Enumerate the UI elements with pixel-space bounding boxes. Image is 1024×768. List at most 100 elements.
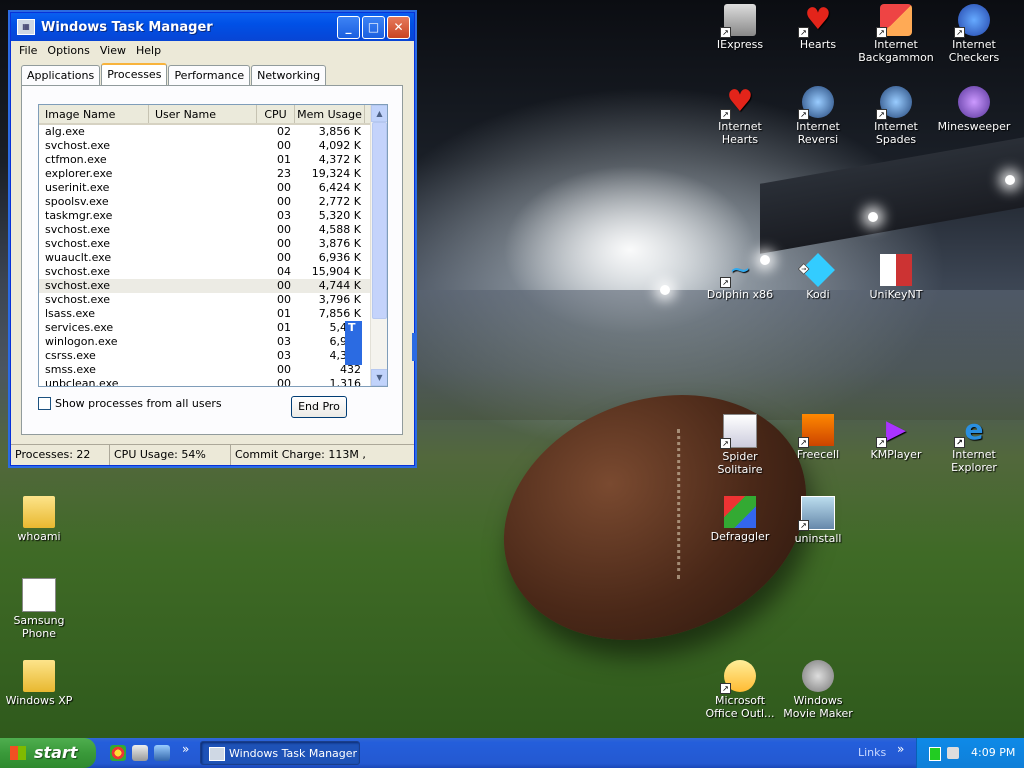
desktop-icon-minesweeper[interactable]: Minesweeper bbox=[935, 86, 1013, 133]
spades-icon: ↗ bbox=[876, 86, 912, 120]
process-cpu: 00 bbox=[277, 195, 291, 208]
show-all-users-checkbox[interactable]: Show processes from all users bbox=[38, 397, 222, 410]
desktop-icon-unikey[interactable]: UniKeyNT bbox=[857, 254, 935, 301]
freecell-icon: ↗ bbox=[798, 414, 834, 448]
table-row[interactable]: smss.exe 00 432 bbox=[39, 363, 387, 377]
column-mem-usage[interactable]: Mem Usage bbox=[295, 105, 365, 123]
desktop-icon-hearts[interactable]: ♥ ↗ Hearts bbox=[779, 4, 857, 51]
network-icon[interactable] bbox=[929, 747, 941, 761]
process-list[interactable]: Image Name User Name CPU Mem Usage alg.e… bbox=[38, 104, 388, 387]
start-button[interactable]: start bbox=[0, 738, 96, 768]
process-cpu: 23 bbox=[277, 167, 291, 180]
table-row[interactable]: alg.exe 02 3,856 K bbox=[39, 125, 387, 139]
process-mem: 1,316 bbox=[329, 377, 362, 387]
process-cpu: 03 bbox=[277, 335, 291, 348]
table-row[interactable]: svchost.exe 00 3,796 K bbox=[39, 293, 387, 307]
desktop-icon-spider-solitaire[interactable]: ↗ Spider Solitaire bbox=[701, 414, 779, 476]
column-cpu[interactable]: CPU bbox=[257, 105, 295, 123]
links-chevron-icon[interactable]: » bbox=[897, 742, 904, 756]
table-row[interactable]: svchost.exe 00 4,744 K bbox=[39, 279, 387, 293]
end-process-button[interactable]: End Pro bbox=[291, 396, 347, 418]
process-name: wuauclt.exe bbox=[45, 251, 112, 264]
desktop-icon-reversi[interactable]: ↗ Internet Reversi bbox=[779, 86, 857, 146]
table-row[interactable]: explorer.exe 23 19,324 K bbox=[39, 167, 387, 181]
table-row[interactable]: svchost.exe 00 4,588 K bbox=[39, 223, 387, 237]
table-row[interactable]: svchost.exe 00 3,876 K bbox=[39, 237, 387, 251]
table-row[interactable]: svchost.exe 00 4,092 K bbox=[39, 139, 387, 153]
table-row[interactable]: winlogon.exe036,980 bbox=[39, 335, 387, 349]
desktop-icon-iexpress[interactable]: ↗ IExpress bbox=[701, 4, 779, 51]
maximize-button[interactable]: □ bbox=[362, 15, 385, 39]
table-row[interactable]: wuauclt.exe 00 6,936 K bbox=[39, 251, 387, 265]
process-mem: 4,092 K bbox=[318, 139, 361, 152]
table-row[interactable]: services.exe015,476 bbox=[39, 321, 387, 335]
desktop-icon-label: whoami bbox=[17, 530, 61, 543]
desktop-icon-whoami[interactable]: whoami bbox=[0, 496, 78, 543]
vertical-scrollbar[interactable]: ▲ ▼ bbox=[370, 105, 387, 386]
menu-view[interactable]: View bbox=[96, 44, 132, 57]
uninstall-icon: ↗ bbox=[798, 496, 835, 531]
checkbox-label: Show processes from all users bbox=[55, 397, 222, 410]
folder-icon bbox=[23, 660, 55, 692]
scroll-up-arrow-icon[interactable]: ▲ bbox=[371, 105, 387, 122]
desktop-icon-checkers[interactable]: ↗ Internet Checkers bbox=[935, 4, 1013, 64]
menu-help[interactable]: Help bbox=[132, 44, 167, 57]
column-user-name[interactable]: User Name bbox=[149, 105, 257, 123]
desktop-icon-uninstall[interactable]: ↗ uninstall bbox=[779, 496, 857, 545]
task-manager-window[interactable]: ▦ Windows Task Manager _ □ ✕ File Option… bbox=[10, 12, 416, 466]
links-toolbar[interactable]: Links bbox=[858, 738, 886, 768]
quick-launch-chevron-icon[interactable]: » bbox=[182, 742, 189, 756]
desktop-icon-defraggler[interactable]: Defraggler bbox=[701, 496, 779, 543]
tray-app-icon[interactable] bbox=[947, 747, 959, 759]
chrome-icon[interactable] bbox=[110, 745, 126, 761]
close-button[interactable]: ✕ bbox=[387, 15, 410, 39]
process-mem: 432 bbox=[340, 363, 361, 376]
desktop-icon-label: Samsung Phone bbox=[13, 614, 65, 640]
desktop-icon-spades[interactable]: ↗ Internet Spades bbox=[857, 86, 935, 146]
title-bar[interactable]: ▦ Windows Task Manager _ □ ✕ bbox=[11, 13, 414, 41]
tab-performance[interactable]: Performance bbox=[168, 65, 251, 85]
tab-applications[interactable]: Applications bbox=[21, 65, 101, 85]
window-title: Windows Task Manager bbox=[41, 19, 213, 35]
scroll-thumb[interactable] bbox=[372, 122, 387, 319]
desktop-icon-samsung-phone[interactable]: Samsung Phone bbox=[0, 578, 78, 640]
process-user bbox=[149, 167, 257, 181]
desktop-icon-dolphin[interactable]: ~ ↗ Dolphin x86 bbox=[701, 254, 779, 301]
checkbox-box[interactable] bbox=[38, 397, 51, 410]
column-image-name[interactable]: Image Name bbox=[39, 105, 149, 123]
desktop-icon-label: Windows Movie Maker bbox=[783, 694, 853, 720]
media-player-icon[interactable] bbox=[154, 745, 170, 761]
show-desktop-icon[interactable] bbox=[132, 745, 148, 761]
process-mem: 4,588 K bbox=[318, 223, 361, 236]
table-row[interactable]: userinit.exe 00 6,424 K bbox=[39, 181, 387, 195]
scroll-down-arrow-icon[interactable]: ▼ bbox=[371, 369, 387, 386]
desktop-icon-internet-explorer[interactable]: e ↗ Internet Explorer bbox=[935, 414, 1013, 475]
tab-processes[interactable]: Processes bbox=[101, 63, 168, 85]
table-row[interactable]: taskmgr.exe 03 5,320 K bbox=[39, 209, 387, 223]
start-label: start bbox=[34, 743, 78, 762]
taskbar-button-task-manager[interactable]: Windows Task Manager bbox=[200, 741, 360, 765]
minimize-button[interactable]: _ bbox=[337, 15, 360, 39]
backgammon-icon: ↗ bbox=[876, 4, 912, 38]
table-row[interactable]: spoolsv.exe 00 2,772 K bbox=[39, 195, 387, 209]
table-row[interactable]: ctfmon.exe 01 4,372 K bbox=[39, 153, 387, 167]
desktop-icon-windows-xp[interactable]: Windows XP bbox=[0, 660, 78, 707]
desktop-icon-internet-hearts[interactable]: ♥ ↗ Internet Hearts bbox=[701, 86, 779, 147]
clock[interactable]: 4:09 PM bbox=[971, 738, 1015, 768]
process-user bbox=[149, 293, 257, 307]
menu-file[interactable]: File bbox=[15, 44, 43, 57]
menu-options[interactable]: Options bbox=[43, 44, 95, 57]
table-row[interactable]: svchost.exe 04 15,904 K bbox=[39, 265, 387, 279]
table-row[interactable]: lsass.exe 01 7,856 K bbox=[39, 307, 387, 321]
desktop-icon-kmplayer[interactable]: ▶ ↗ KMPlayer bbox=[857, 414, 935, 461]
table-row[interactable]: csrss.exe034,300 bbox=[39, 349, 387, 363]
desktop-icon-outlook[interactable]: ↗ Microsoft Office Outl... bbox=[701, 660, 779, 720]
desktop-icon-movie-maker[interactable]: Windows Movie Maker bbox=[779, 660, 857, 720]
tab-networking[interactable]: Networking bbox=[251, 65, 327, 85]
task-manager-icon: ▦ bbox=[17, 19, 35, 35]
desktop-icon-kodi[interactable]: ↗ Kodi bbox=[779, 253, 857, 301]
table-row[interactable]: unbclean.exe 00 1,316 bbox=[39, 377, 387, 387]
internet-hearts-icon: ♥ ↗ bbox=[720, 86, 756, 120]
desktop-icon-backgammon[interactable]: ↗ Internet Backgammon bbox=[857, 4, 935, 64]
desktop-icon-freecell[interactable]: ↗ Freecell bbox=[779, 414, 857, 461]
